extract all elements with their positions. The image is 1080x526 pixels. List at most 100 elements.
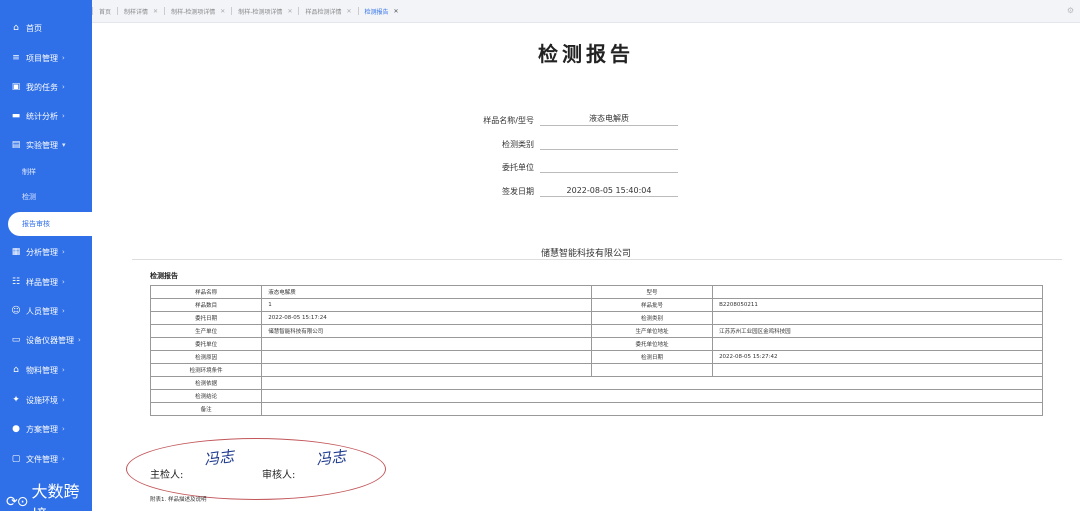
bulb-icon: ●: [12, 424, 20, 434]
material-icon: ⌂: [13, 365, 19, 375]
sidebar-item-label: 设施环境: [26, 395, 58, 405]
field-label: 检测类别: [502, 140, 534, 149]
table-cell: 检测日期: [590, 350, 714, 364]
tab-label: 首页: [99, 8, 112, 16]
sidebar-item-label: 人员管理: [26, 306, 58, 316]
field-value: 液态电解质: [540, 113, 678, 126]
sidebar-item-11[interactable]: ● 方案管理 ›: [0, 415, 92, 443]
table-row: 样品名称 液态电解质 型号: [149, 285, 1043, 299]
table-cell: 检测环境条件: [149, 363, 263, 377]
tab-5[interactable]: 检测报告 ✕: [359, 0, 405, 22]
user-icon: ☺: [11, 306, 21, 316]
sidebar-item-5[interactable]: ▦ 分析管理 ›: [0, 238, 92, 266]
tab-bar: 首页 制样详情 ✕ 制样-检测项详情 ✕ 制样-检测项详情 ✕ 样品检测详情 ✕ 检测报告 ✕ ⚙: [92, 0, 1080, 23]
watermark-logo: ⟳⊙ 大数跨境: [6, 478, 92, 526]
table-cell: 样品数目: [149, 298, 263, 312]
table-cell: 储慧智能科技有限公司: [261, 324, 592, 338]
inspector-label: 主检人:: [150, 470, 184, 481]
report-field-0: 样品名称/型号 液态电解质: [470, 110, 678, 126]
field-label: 委托单位: [502, 163, 534, 172]
tab-1[interactable]: 制样详情 ✕: [118, 0, 164, 22]
tab-0[interactable]: 首页: [93, 0, 117, 22]
reviewer-signature: 冯志: [314, 446, 348, 469]
sidebar-item-9[interactable]: ⌂ 物料管理 ›: [0, 356, 92, 384]
sidebar-item-label: 方案管理: [26, 424, 58, 434]
sidebar-subitem-2[interactable]: 报告审核: [8, 212, 92, 236]
table-cell: [261, 363, 592, 377]
table-cell: 2022-08-05 15:17:24: [261, 311, 592, 325]
sidebar-item-8[interactable]: ▭ 设备仪器管理 ›: [0, 326, 92, 354]
table-row: 样品数目 1 样品批号 B2208050211: [149, 298, 1043, 312]
tab-3[interactable]: 制样-检测项详情 ✕: [232, 0, 298, 22]
table-cell: 委托日期: [149, 311, 263, 325]
sidebar-subitem-0[interactable]: 制样: [0, 160, 92, 184]
close-icon[interactable]: ✕: [153, 8, 158, 15]
table-row: 委托日期 2022-08-05 15:17:24 检测类别: [149, 311, 1043, 325]
watermark-text: 大数跨境: [31, 482, 80, 525]
chevron-right-icon: ›: [62, 307, 65, 315]
sidebar-item-12[interactable]: ▢ 文件管理 ›: [0, 445, 92, 473]
report-field-1: 检测类别: [470, 134, 678, 150]
sidebar-item-6[interactable]: ☷ 样品管理 ›: [0, 268, 92, 296]
tab-2[interactable]: 制样-检测项详情 ✕: [165, 0, 231, 22]
sidebar-item-1[interactable]: ≡ 项目管理 ›: [0, 44, 92, 72]
table-cell: 样品名称: [149, 285, 263, 299]
sidebar-item-label: 分析管理: [26, 247, 58, 257]
table-cell: 备注: [149, 402, 263, 416]
table-cell: [261, 389, 1043, 403]
sidebar-item-label: 物料管理: [26, 365, 58, 375]
tab-label: 制样-检测项详情: [171, 8, 216, 16]
report-title: 检测报告: [538, 42, 634, 66]
sidebar-item-4[interactable]: ▤ 实验管理 ▾: [0, 131, 92, 159]
sidebar-item-label: 样品管理: [26, 277, 58, 287]
sidebar-item-7[interactable]: ☺ 人员管理 ›: [0, 297, 92, 325]
sidebar-item-label: 设备仪器管理: [26, 335, 74, 345]
table-cell: [261, 337, 592, 351]
table-cell: 液态电解质: [261, 285, 592, 299]
sidebar-item-3[interactable]: ▬ 统计分析 ›: [0, 102, 92, 130]
chevron-right-icon: ›: [62, 83, 65, 91]
facility-icon: ✦: [12, 395, 20, 405]
close-icon[interactable]: ✕: [394, 8, 399, 15]
close-icon[interactable]: ✕: [287, 8, 292, 15]
list-icon: ≡: [12, 53, 20, 63]
tab-4[interactable]: 样品检测详情 ✕: [299, 0, 357, 22]
table-cell: [261, 402, 1043, 416]
table-row: 检测依据: [149, 376, 1043, 390]
close-icon[interactable]: ✕: [220, 8, 225, 15]
table-row: 委托单位 委托单位地址: [149, 337, 1043, 351]
table-cell: [261, 376, 1043, 390]
table-cell: [590, 363, 714, 377]
settings-icon[interactable]: ⚙: [1067, 6, 1074, 15]
table-cell: 江苏苏州工业园区金鸡科技园: [712, 324, 1043, 338]
table-cell: 生产单位地址: [590, 324, 714, 338]
field-value: [540, 148, 678, 150]
home-icon: ⌂: [13, 23, 19, 33]
sidebar-item-label: 统计分析: [26, 111, 58, 121]
report-table: 样品名称 液态电解质 型号 样品数目 1 样品批号 B2208050211 委托日期 2022-…: [149, 285, 1043, 416]
tab-label: 制样详情: [124, 8, 149, 16]
table-cell: 2022-08-05 15:27:42: [712, 350, 1043, 364]
divider: [132, 259, 1062, 260]
attachment-note: 附表1. 样品描述及说明: [150, 497, 207, 503]
table-row: 备注: [149, 402, 1043, 416]
sidebar-item-label: 项目管理: [26, 53, 58, 63]
chevron-right-icon: ›: [62, 248, 65, 256]
task-icon: ▣: [11, 82, 21, 92]
sidebar-item-2[interactable]: ▣ 我的任务 ›: [0, 73, 92, 101]
tab-label: 制样-检测项详情: [238, 8, 283, 16]
logo-mark-icon: ⟳⊙: [6, 494, 28, 510]
table-cell: 1: [261, 298, 592, 312]
grid-icon: ▦: [11, 247, 21, 257]
close-icon[interactable]: ✕: [346, 8, 351, 15]
table-row: 检测环境条件: [149, 363, 1043, 377]
table-cell: 型号: [590, 285, 714, 299]
report-field-3: 签发日期 2022-08-05 15:40:04: [470, 181, 678, 197]
table-cell: B2208050211: [712, 298, 1043, 312]
sidebar-item-10[interactable]: ✦ 设施环境 ›: [0, 386, 92, 414]
table-row: 生产单位 储慧智能科技有限公司 生产单位地址 江苏苏州工业园区金鸡科技园: [149, 324, 1043, 338]
table-cell: 生产单位: [149, 324, 263, 338]
sidebar-subitem-1[interactable]: 检测: [0, 185, 92, 209]
device-icon: ▭: [11, 335, 21, 345]
sidebar-item-0[interactable]: ⌂ 首页: [0, 14, 92, 42]
